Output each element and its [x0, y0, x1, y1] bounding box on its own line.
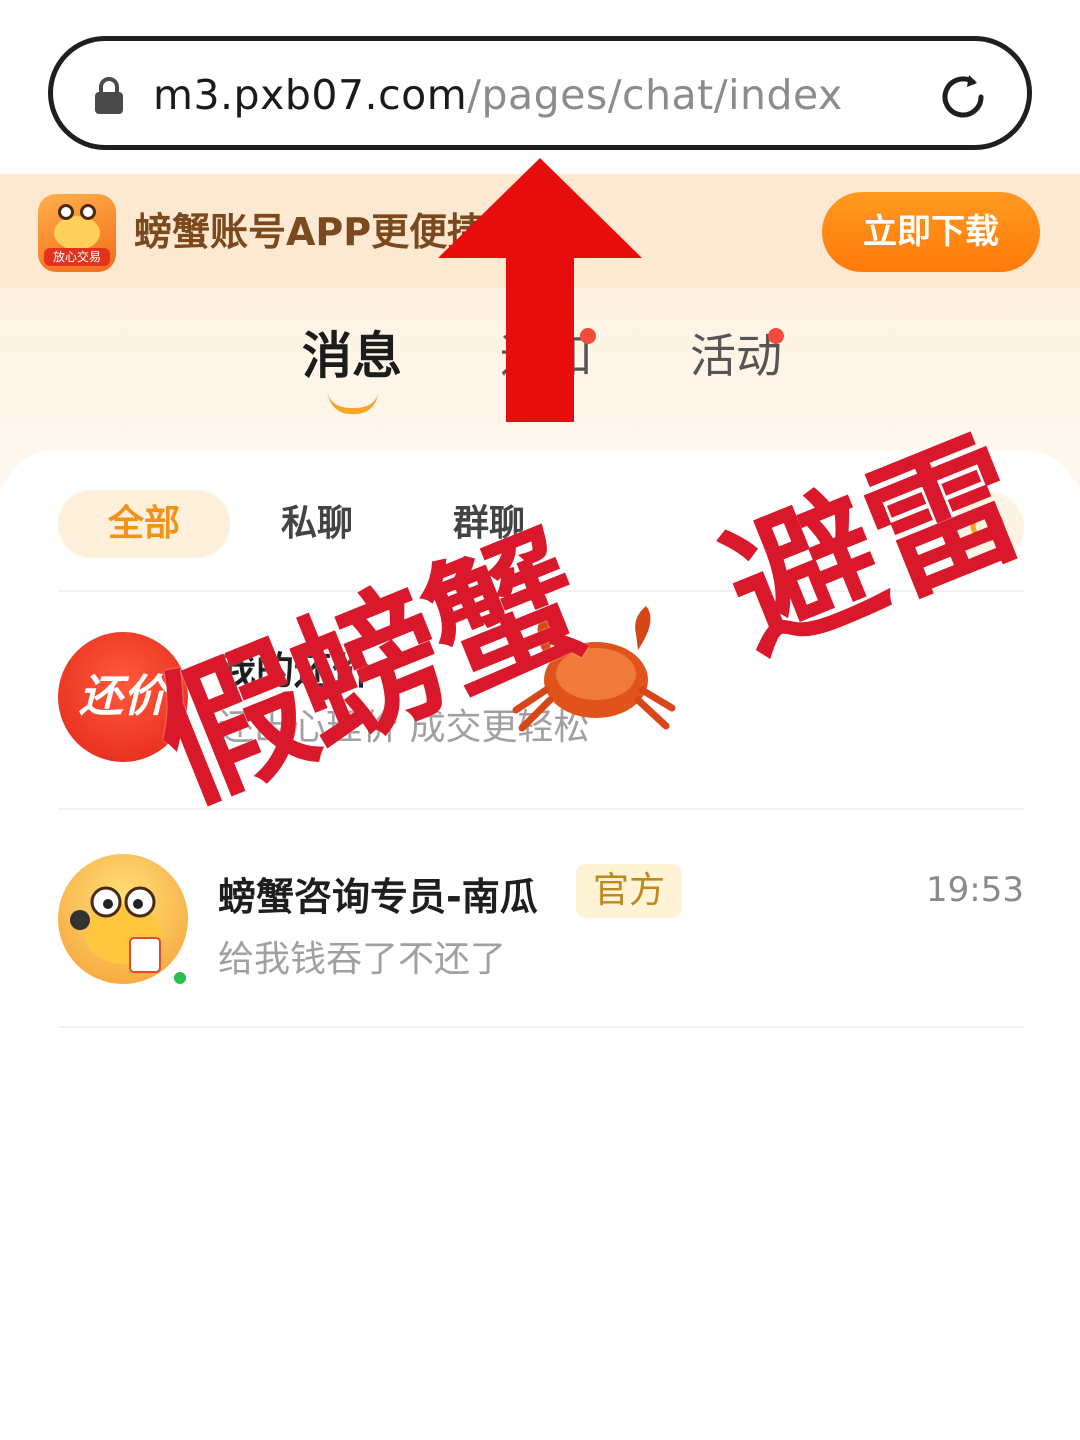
crab-mascot-icon — [70, 886, 161, 973]
url-text[interactable]: m3.pxb07.com/pages/chat/index — [153, 67, 843, 123]
url-host: m3.pxb07.com — [153, 71, 468, 119]
conversation-title[interactable]: 螃蟹咨询专员-南瓜 — [218, 866, 538, 921]
online-status-dot — [172, 970, 188, 986]
conversation-preview: 给我钱吞了不还了 — [218, 939, 507, 980]
tab-messages[interactable]: 消息 — [302, 326, 402, 386]
app-logo-icon: 放心交易 — [38, 194, 116, 272]
active-tab-indicator — [328, 392, 378, 414]
reload-icon[interactable] — [933, 67, 993, 127]
banner-text: 螃蟹账号APP更便捷 — [134, 210, 486, 254]
browser-toolbar: m3.pxb07.com/pages/chat/index — [0, 0, 1080, 174]
avatar-agent[interactable] — [58, 854, 188, 984]
official-badge: 官方 — [576, 864, 682, 918]
app-logo-tag: 放心交易 — [44, 248, 110, 266]
address-bar[interactable]: m3.pxb07.com/pages/chat/index — [48, 36, 1032, 150]
download-now-button[interactable]: 立即下载 — [822, 192, 1040, 272]
activities-dot — [768, 328, 784, 344]
conversation-time: 19:53 — [926, 870, 1024, 910]
divider — [58, 1026, 1024, 1028]
url-path: /pages/chat/index — [467, 71, 843, 119]
lock-icon — [95, 77, 123, 114]
red-arrow-icon — [438, 158, 642, 422]
subtab-all[interactable]: 全部 — [58, 490, 230, 558]
